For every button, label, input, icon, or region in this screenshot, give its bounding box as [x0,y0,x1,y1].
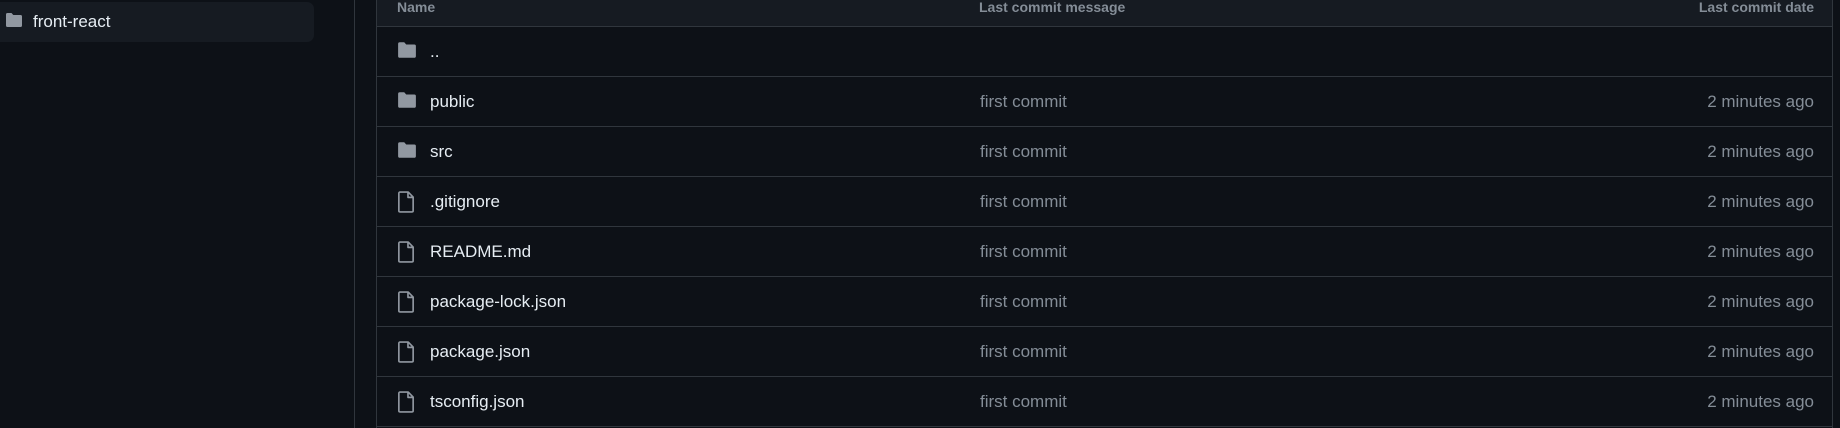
folder-icon [397,91,417,113]
file-name-link[interactable]: .gitignore [430,192,500,212]
table-header: Name Last commit message Last commit dat… [377,0,1832,27]
file-tree-sidebar: front-react [0,0,355,428]
repository-file-browser: front-react Name Last commit message Las… [0,0,1840,428]
file-name-link[interactable]: public [430,92,474,112]
folder-icon [5,12,23,33]
commit-message-link[interactable]: first commit [980,92,1067,112]
file-icon [397,341,417,363]
table-row[interactable]: src first commit 2 minutes ago [377,127,1832,177]
commit-date: 2 minutes ago [1707,392,1814,411]
commit-message-link[interactable]: first commit [980,192,1067,212]
folder-icon [397,141,417,163]
commit-date: 2 minutes ago [1707,142,1814,161]
column-header-name: Name [397,0,436,15]
file-name-link[interactable]: package.json [430,342,530,362]
file-name-link[interactable]: package-lock.json [430,292,566,312]
table-row[interactable]: README.md first commit 2 minutes ago [377,227,1832,277]
tree-item-front-react[interactable]: front-react [0,2,314,42]
column-header-message: Last commit message [979,0,1126,15]
commit-date: 2 minutes ago [1707,242,1814,261]
commit-message-link[interactable]: first commit [980,292,1067,312]
commit-date: 2 minutes ago [1707,342,1814,361]
commit-message-link[interactable]: first commit [980,242,1067,262]
table-row[interactable]: tsconfig.json first commit 2 minutes ago [377,377,1832,427]
table-row[interactable]: .. [377,27,1832,77]
file-icon [397,191,417,213]
file-icon [397,291,417,313]
commit-date: 2 minutes ago [1707,92,1814,111]
file-list-table: Name Last commit message Last commit dat… [376,0,1833,428]
column-header-date: Last commit date [1698,0,1814,15]
file-icon [397,391,417,413]
folder-icon [397,41,417,63]
table-row[interactable]: .gitignore first commit 2 minutes ago [377,177,1832,227]
commit-date: 2 minutes ago [1707,192,1814,211]
commit-message-link[interactable]: first commit [980,392,1067,412]
file-name-link[interactable]: .. [430,42,439,62]
file-icon [397,241,417,263]
commit-message-link[interactable]: first commit [980,142,1067,162]
scrollbar[interactable] [1836,0,1840,428]
tree-item-label: front-react [33,12,111,31]
commit-date: 2 minutes ago [1707,292,1814,311]
table-body: .. public first commit 2 minutes ago src firs… [377,27,1832,427]
file-name-link[interactable]: src [430,142,453,162]
table-row[interactable]: package.json first commit 2 minutes ago [377,327,1832,377]
table-row[interactable]: public first commit 2 minutes ago [377,77,1832,127]
table-row[interactable]: package-lock.json first commit 2 minutes a… [377,277,1832,327]
commit-message-link[interactable]: first commit [980,342,1067,362]
file-name-link[interactable]: README.md [430,242,531,262]
file-name-link[interactable]: tsconfig.json [430,392,525,412]
